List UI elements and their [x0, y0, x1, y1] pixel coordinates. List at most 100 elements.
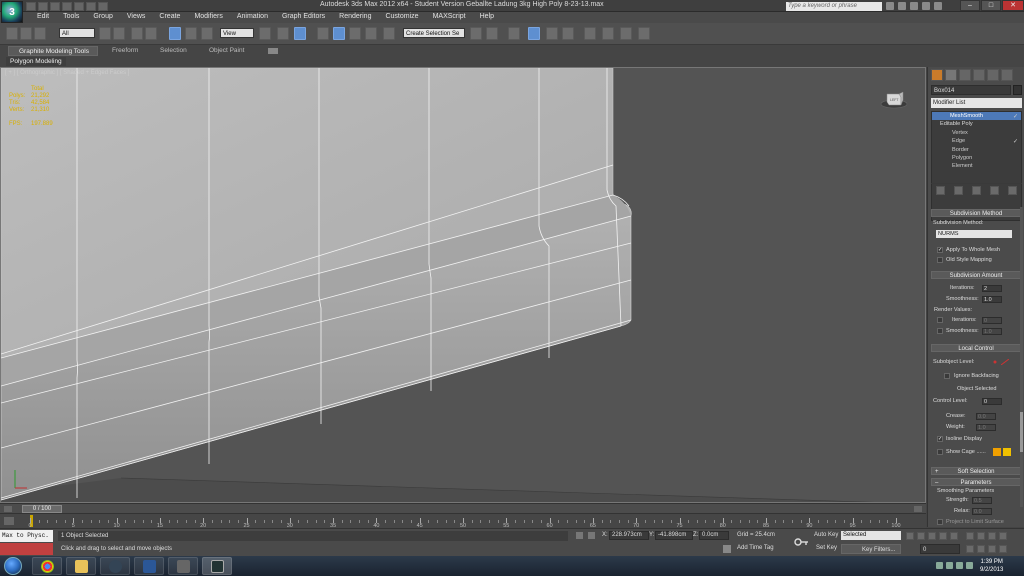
polygon-modeling-panel[interactable]: Polygon Modeling — [6, 57, 66, 66]
show-end-result-icon[interactable] — [953, 186, 963, 195]
bind-to-space-warp-icon[interactable] — [34, 27, 46, 40]
stack-item-border[interactable]: Border — [932, 146, 1021, 154]
rectangular-selection-icon[interactable] — [131, 27, 143, 40]
menu-animation[interactable]: Animation — [230, 12, 275, 23]
rollout-soft-selection[interactable]: + Soft Selection — [931, 467, 1021, 475]
motion-tab-icon[interactable] — [973, 69, 985, 81]
next-frame-icon[interactable] — [914, 506, 922, 512]
stack-item-polygon[interactable]: Polygon — [932, 154, 1021, 162]
render-smoothness-checkbox[interactable] — [937, 328, 943, 334]
select-and-rotate-icon[interactable] — [185, 27, 197, 40]
search-icon[interactable] — [886, 2, 894, 10]
minimize-button[interactable]: – — [960, 0, 980, 11]
viewport-label[interactable]: [ + ] [ Orthographic ] [ Shaded + Edged … — [5, 70, 129, 76]
vertex-level-icon[interactable] — [991, 359, 999, 365]
viewcube-icon[interactable]: LEFT — [879, 88, 909, 110]
current-frame-field[interactable]: 0 — [920, 544, 960, 554]
command-panel-scroll-thumb[interactable] — [1020, 412, 1023, 452]
render-iterations-spinner[interactable]: 0 — [982, 317, 1002, 324]
percent-snap-icon[interactable] — [349, 27, 361, 40]
render-smoothness-spinner[interactable]: 1.0 — [982, 328, 1002, 335]
time-tag-icon[interactable] — [723, 545, 731, 553]
stack-item-vertex[interactable]: Vertex — [932, 129, 1021, 137]
display-tab-icon[interactable] — [987, 69, 999, 81]
prev-frame-icon[interactable] — [4, 506, 12, 512]
subdivision-method-dropdown[interactable]: NURMS — [936, 230, 1012, 238]
power-icon[interactable] — [966, 562, 973, 569]
maxscript-output[interactable] — [0, 543, 53, 555]
render-setup-icon[interactable] — [602, 27, 614, 40]
menu-group[interactable]: Group — [86, 12, 119, 23]
close-button[interactable]: ✕ — [1002, 0, 1024, 11]
undo-icon[interactable] — [62, 2, 72, 11]
spinner-snap-icon[interactable] — [365, 27, 377, 40]
hierarchy-tab-icon[interactable] — [959, 69, 971, 81]
named-selection-dropdown[interactable]: Create Selection Se — [403, 28, 465, 38]
select-and-move-icon[interactable] — [169, 27, 181, 40]
play-icon[interactable] — [928, 532, 936, 540]
taskbar-steam[interactable] — [100, 557, 130, 575]
layer-manager-icon[interactable] — [508, 27, 520, 40]
next-frame-icon[interactable] — [939, 532, 947, 540]
save-file-icon[interactable] — [50, 2, 60, 11]
ribbon-options-icon[interactable] — [268, 48, 278, 54]
crease-spinner[interactable]: 0.0 — [976, 413, 996, 420]
select-object-icon[interactable] — [99, 27, 111, 40]
strength-spinner[interactable]: 0.5 — [972, 497, 992, 504]
go-to-end-icon[interactable] — [950, 532, 958, 540]
redo-icon[interactable] — [74, 2, 84, 11]
modifier-list-dropdown[interactable]: Modifier List — [931, 98, 1022, 108]
menu-views[interactable]: Views — [120, 12, 153, 23]
favorites-icon[interactable] — [922, 2, 930, 10]
orbit-icon[interactable] — [988, 545, 996, 553]
maximize-button[interactable]: □ — [981, 0, 1001, 11]
taskbar-chrome[interactable] — [32, 557, 62, 575]
track-bar[interactable]: 0 5 10 15 20 25 30 35 40 45 50 55 60 65 70 75 80 85 90 95 10… — [0, 513, 926, 529]
taskbar-explorer[interactable] — [66, 557, 96, 575]
window-crossing-icon[interactable] — [145, 27, 157, 40]
communication-center-icon[interactable] — [910, 2, 918, 10]
material-editor-icon[interactable] — [584, 27, 596, 40]
open-file-icon[interactable] — [38, 2, 48, 11]
stack-item-element[interactable]: Element — [932, 162, 1021, 170]
isoline-display-checkbox[interactable]: ✓ — [937, 436, 943, 442]
tab-graphite-modeling-tools[interactable]: Graphite Modeling Tools — [8, 46, 98, 56]
pivot-center-icon[interactable] — [259, 27, 271, 40]
time-slider[interactable]: 0 / 100 — [0, 503, 926, 513]
apply-whole-mesh-checkbox[interactable]: ✓ — [937, 247, 943, 253]
ignore-backfacing-checkbox[interactable] — [944, 373, 950, 379]
zoom-all-icon[interactable] — [977, 532, 985, 540]
stack-item-edge[interactable]: Edge ✓ — [932, 137, 1021, 145]
object-name-field[interactable]: Box014 — [931, 85, 1011, 95]
angle-snap-icon[interactable] — [333, 27, 345, 40]
search-input[interactable]: Type a keyword or phrase — [786, 2, 882, 11]
cage-color-swatch-2[interactable] — [1003, 448, 1011, 456]
add-time-tag[interactable]: Add Time Tag — [737, 545, 774, 551]
edit-named-selections-icon[interactable] — [383, 27, 395, 40]
clock[interactable]: 1:39 PM 9/2/2013 — [980, 558, 1003, 574]
object-color-swatch[interactable] — [1013, 85, 1022, 95]
render-production-icon[interactable] — [638, 27, 650, 40]
taskbar-3dsmax[interactable] — [202, 557, 232, 575]
modify-tab-icon[interactable] — [945, 69, 957, 81]
rendered-frame-window-icon[interactable] — [620, 27, 632, 40]
key-selection-dropdown[interactable]: Selected — [841, 531, 901, 540]
relax-spinner[interactable]: 0.0 — [972, 508, 992, 515]
show-cage-checkbox[interactable] — [937, 449, 943, 455]
reference-coordinate-dropdown[interactable]: View — [220, 28, 254, 38]
network-icon[interactable] — [946, 562, 953, 569]
key-filters-button[interactable]: Key Filters... — [841, 544, 901, 554]
select-by-name-icon[interactable] — [113, 27, 125, 40]
y-coordinate-field[interactable]: -41.898cm — [655, 531, 693, 540]
make-unique-icon[interactable] — [971, 186, 981, 195]
menu-customize[interactable]: Customize — [378, 12, 425, 23]
pan-view-icon[interactable] — [977, 545, 985, 553]
align-icon[interactable] — [486, 27, 498, 40]
field-of-view-icon[interactable] — [966, 545, 974, 553]
smoothness-spinner[interactable]: 1.0 — [982, 296, 1002, 303]
keyboard-shortcut-override-icon[interactable] — [294, 27, 306, 40]
mirror-icon[interactable] — [470, 27, 482, 40]
zoom-icon[interactable] — [966, 532, 974, 540]
start-button[interactable] — [4, 557, 22, 575]
rollout-subdivision-method[interactable]: Subdivision Method — [931, 209, 1021, 217]
